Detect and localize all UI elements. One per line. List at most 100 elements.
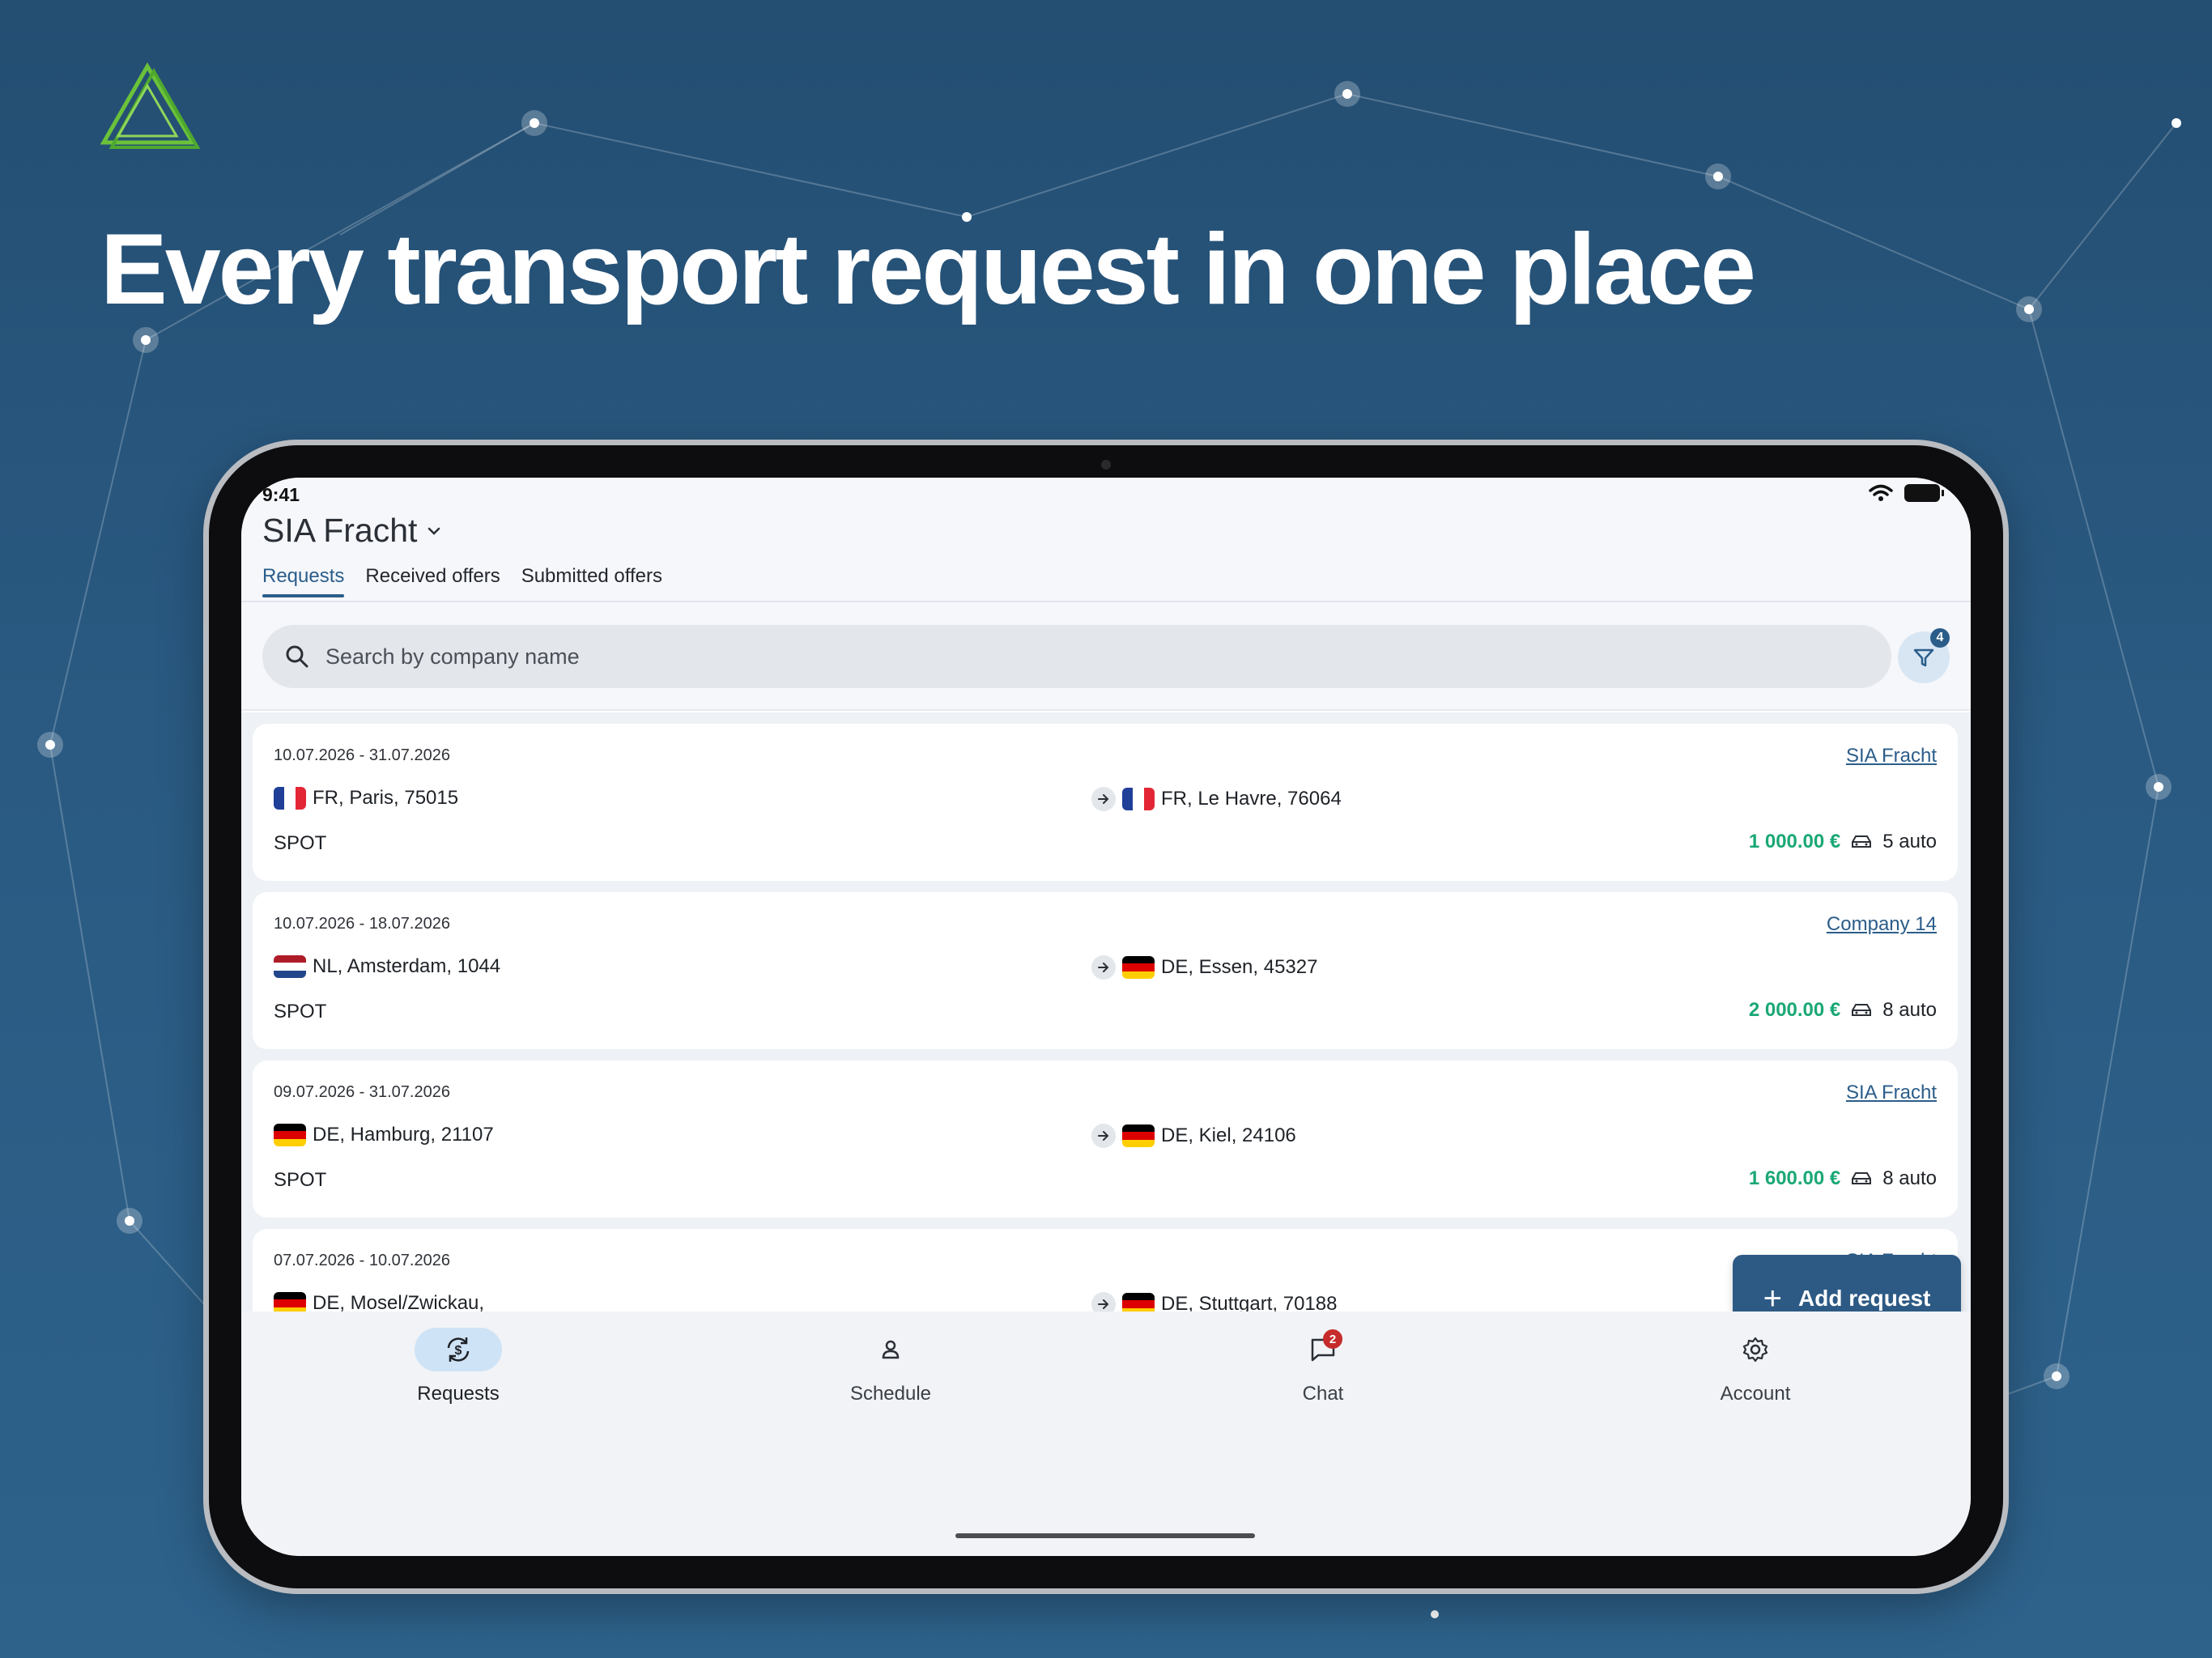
request-card[interactable]: 09.07.2026 - 31.07.2026 SIA Fracht DE, H…: [253, 1061, 1958, 1218]
tab-bar: Requests Received offers Submitted offer…: [262, 565, 662, 597]
request-origin: DE, Hamburg, 21107: [274, 1124, 494, 1146]
request-meta: 1 600.00 € 8 auto: [1749, 1167, 1937, 1190]
nav-account[interactable]: Account: [1674, 1328, 1836, 1405]
car-icon: [1852, 1172, 1872, 1184]
request-card[interactable]: 07.07.2026 - 10.07.2026 SIA Fracht DE, M…: [253, 1229, 1958, 1312]
nav-pill: 2: [1279, 1328, 1367, 1371]
request-destination: DE, Stuttgart, 70188: [1091, 1292, 1337, 1312]
plus-icon: +: [1763, 1281, 1782, 1312]
request-auto-count: 8 auto: [1882, 999, 1937, 1021]
marketing-headline: Every transport request in one place: [100, 214, 1756, 325]
status-time: 9:41: [262, 484, 300, 505]
camera-dot: [1101, 460, 1111, 470]
request-company-link[interactable]: SIA Fracht: [1846, 745, 1937, 767]
origin-text: NL, Amsterdam, 1044: [313, 955, 501, 977]
arrow-right-icon: [1091, 787, 1116, 811]
flag-fr-icon: [1122, 788, 1155, 810]
request-price: 1 000.00 €: [1748, 831, 1841, 852]
request-dates: 09.07.2026 - 31.07.2026: [274, 1083, 450, 1101]
arrow-right-icon: [1091, 1124, 1116, 1148]
nav-chat[interactable]: 2 Chat: [1242, 1328, 1404, 1405]
destination-text: DE, Essen, 45327: [1161, 956, 1318, 978]
search-row: Search by company name 4: [241, 602, 1971, 711]
request-company-link[interactable]: SIA Fracht: [1846, 1082, 1937, 1104]
destination-text: FR, Le Havre, 76064: [1161, 788, 1342, 810]
nav-schedule[interactable]: Schedule: [810, 1328, 972, 1405]
tab-submitted-offers[interactable]: Submitted offers: [521, 565, 662, 597]
filter-count-badge: 4: [1930, 628, 1950, 648]
request-type: SPOT: [274, 1001, 327, 1022]
add-request-button[interactable]: + Add request: [1733, 1255, 1961, 1312]
nav-label: Chat: [1302, 1383, 1344, 1405]
battery-icon: [1904, 484, 1944, 502]
request-destination: DE, Essen, 45327: [1091, 955, 1317, 980]
company-switcher[interactable]: SIA Fracht: [262, 512, 443, 550]
company-name: SIA Fracht: [262, 512, 418, 549]
car-icon: [1852, 835, 1872, 848]
flag-de-icon: [274, 1124, 306, 1146]
request-origin: FR, Paris, 75015: [274, 787, 458, 810]
filter-icon: [1913, 648, 1934, 667]
chevron-down-icon: [428, 527, 440, 535]
wifi-icon: [1869, 484, 1893, 501]
request-dates: 07.07.2026 - 10.07.2026: [274, 1252, 450, 1269]
add-request-label: Add request: [1798, 1286, 1931, 1311]
tablet-frame: 9:41 SIA Fracht Requests Received offers…: [209, 445, 2003, 1588]
request-type: SPOT: [274, 832, 327, 854]
tab-received-offers[interactable]: Received offers: [365, 565, 500, 597]
request-card[interactable]: 10.07.2026 - 18.07.2026 Company 14 NL, A…: [253, 892, 1958, 1049]
arrow-right-icon: [1091, 1292, 1116, 1312]
requests-exchange-icon: $: [447, 1337, 470, 1362]
arrow-right-icon: [1091, 955, 1116, 980]
request-meta: 2 000.00 € 8 auto: [1749, 999, 1937, 1022]
request-type: SPOT: [274, 1169, 327, 1191]
search-input[interactable]: Search by company name: [262, 625, 1891, 688]
request-dates: 10.07.2026 - 31.07.2026: [274, 746, 450, 764]
destination-text: DE, Stuttgart, 70188: [1161, 1293, 1338, 1312]
triangle-logo-icon: [100, 62, 201, 149]
request-company-link[interactable]: Company 14: [1827, 913, 1937, 936]
flag-de-icon: [1122, 956, 1155, 979]
app-screen: 9:41 SIA Fracht Requests Received offers…: [241, 478, 1971, 1556]
svg-text:$: $: [455, 1344, 462, 1358]
request-meta: 1 000.00 € 5 auto: [1749, 831, 1937, 853]
status-icons: [1869, 484, 1944, 502]
nav-requests[interactable]: $ Requests: [377, 1328, 539, 1405]
car-icon: [1852, 1004, 1872, 1016]
nav-pill: [847, 1328, 934, 1371]
gear-icon: [1742, 1337, 1768, 1363]
request-origin: NL, Amsterdam, 1044: [274, 955, 500, 978]
request-destination: FR, Le Havre, 76064: [1091, 787, 1342, 811]
request-destination: DE, Kiel, 24106: [1091, 1124, 1296, 1148]
request-dates: 10.07.2026 - 18.07.2026: [274, 915, 450, 933]
origin-text: FR, Paris, 75015: [313, 787, 459, 809]
flag-fr-icon: [274, 787, 306, 810]
tab-requests[interactable]: Requests: [262, 565, 345, 597]
chat-unread-badge: 2: [1323, 1329, 1342, 1349]
flag-de-icon: [274, 1292, 306, 1312]
request-auto-count: 5 auto: [1882, 831, 1937, 852]
request-card[interactable]: 10.07.2026 - 31.07.2026 SIA Fracht FR, P…: [253, 724, 1958, 881]
origin-text: DE, Mosel/Zwickau,: [313, 1292, 485, 1312]
app-header: 9:41 SIA Fracht Requests Received offers…: [241, 478, 1971, 602]
destination-text: DE, Kiel, 24106: [1161, 1124, 1296, 1146]
home-indicator: [955, 1533, 1255, 1538]
search-placeholder: Search by company name: [325, 644, 580, 669]
person-icon: [882, 1340, 900, 1359]
request-list: 10.07.2026 - 31.07.2026 SIA Fracht FR, P…: [241, 712, 1971, 1312]
request-price: 2 000.00 €: [1748, 999, 1841, 1021]
search-icon: [286, 645, 308, 668]
nav-label: Requests: [417, 1383, 500, 1405]
request-price: 1 600.00 €: [1748, 1167, 1841, 1189]
origin-text: DE, Hamburg, 21107: [313, 1124, 494, 1146]
nav-label: Schedule: [849, 1383, 932, 1405]
flag-nl-icon: [274, 955, 306, 978]
flag-de-icon: [1122, 1293, 1155, 1312]
filter-button[interactable]: 4: [1898, 628, 1950, 683]
flag-de-icon: [1122, 1124, 1155, 1147]
request-auto-count: 8 auto: [1882, 1167, 1937, 1189]
nav-pill: $: [415, 1328, 502, 1371]
nav-pill: [1712, 1328, 1799, 1371]
nav-label: Account: [1720, 1383, 1791, 1405]
bottom-navigation: $ Requests Schedule 2 Chat Account: [241, 1312, 1971, 1556]
